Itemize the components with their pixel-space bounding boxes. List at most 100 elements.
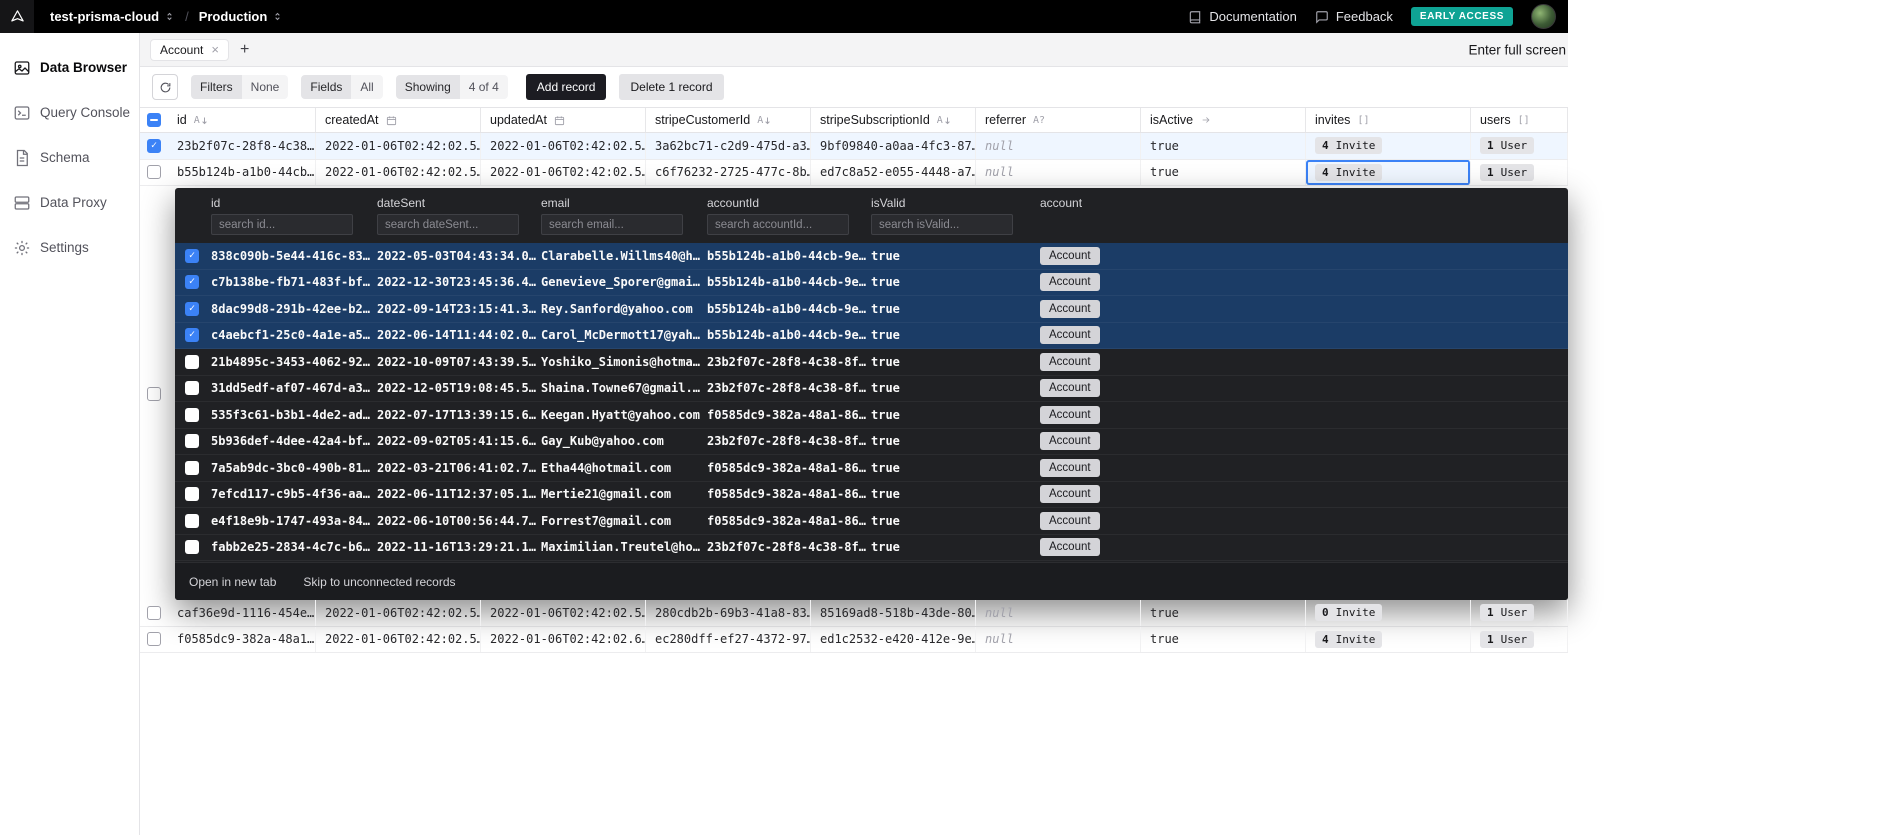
user-avatar[interactable] xyxy=(1531,4,1556,29)
column-header-updatedAt[interactable]: updatedAt xyxy=(481,108,646,132)
cell-stripeCustomerId[interactable]: c6f76232-2725-477c-8b… xyxy=(646,159,811,185)
invites-chip[interactable]: 4 Invite xyxy=(1315,137,1383,155)
account-relation-chip[interactable]: Account xyxy=(1040,405,1100,424)
cell-referrer[interactable]: null xyxy=(976,600,1141,626)
sidebar-item-settings[interactable]: Settings xyxy=(0,225,139,270)
fields-control[interactable]: Fields All xyxy=(301,75,383,99)
sidebar-item-data-browser[interactable]: Data Browser xyxy=(0,45,139,90)
relation-row-checkbox[interactable] xyxy=(185,275,199,290)
account-relation-chip[interactable]: Account xyxy=(1040,273,1100,292)
row-checkbox[interactable] xyxy=(147,165,161,180)
relation-row[interactable]: 21b4895c-3453-4062-92… 2022-10-09T07:43:3… xyxy=(175,349,1568,376)
search-isValid-input[interactable] xyxy=(871,214,1013,235)
relation-row-checkbox[interactable] xyxy=(185,354,199,369)
search-email-input[interactable] xyxy=(541,214,683,235)
documentation-link[interactable]: Documentation xyxy=(1188,9,1297,24)
relation-row-checkbox[interactable] xyxy=(185,407,199,422)
relation-row[interactable]: fabb2e25-2834-4c7c-b6… 2022-11-16T13:29:2… xyxy=(175,535,1568,561)
relation-row[interactable]: c7b138be-fb71-483f-bf…2022-12-30T23:45:3… xyxy=(175,269,1568,296)
table-row[interactable]: f0585dc9-382a-48a1… 2022-01-06T02:42:02.… xyxy=(140,626,1568,653)
cell-updatedAt[interactable]: 2022-01-06T02:42:02.5… xyxy=(481,133,646,159)
cell-createdAt[interactable]: 2022-01-06T02:42:02.5… xyxy=(316,626,481,652)
tab-account[interactable]: Account × xyxy=(150,38,229,61)
account-relation-chip[interactable]: Account xyxy=(1040,246,1100,265)
cell-createdAt[interactable]: 2022-01-06T02:42:02.5… xyxy=(316,133,481,159)
refresh-button[interactable] xyxy=(152,74,178,100)
cell-updatedAt[interactable]: 2022-01-06T02:42:02.6… xyxy=(481,626,646,652)
sort-alpha-icon[interactable]: A xyxy=(757,115,771,126)
relation-row-checkbox[interactable] xyxy=(185,248,199,263)
row-checkbox[interactable] xyxy=(147,387,161,401)
cell-users[interactable]: 1 User xyxy=(1471,600,1568,626)
project-selector[interactable]: test-prisma-cloud xyxy=(50,9,175,24)
column-header-isActive[interactable]: isActive xyxy=(1141,108,1306,132)
relation-row[interactable]: e4f18e9b-1747-493a-84… 2022-06-10T00:56:4… xyxy=(175,508,1568,535)
table-row[interactable]: 23b2f07c-28f8-4c38… 2022-01-06T02:42:02.… xyxy=(140,133,1568,160)
account-relation-chip[interactable]: Account xyxy=(1040,432,1100,451)
relation-row[interactable]: 7efcd117-c9b5-4f36-aa… 2022-06-11T12:37:0… xyxy=(175,482,1568,508)
relation-row-checkbox[interactable] xyxy=(185,540,199,555)
cell-invites[interactable]: 4 Invite xyxy=(1306,626,1471,652)
enter-fullscreen-link[interactable]: Enter full screen xyxy=(1468,42,1566,57)
cell-id[interactable]: 23b2f07c-28f8-4c38… xyxy=(168,133,316,159)
cell-users[interactable]: 1 User xyxy=(1471,133,1568,159)
relation-row[interactable]: 838c090b-5e44-416c-83…2022-05-03T04:43:3… xyxy=(175,243,1568,270)
cell-updatedAt[interactable]: 2022-01-06T02:42:02.5… xyxy=(481,600,646,626)
cell-referrer[interactable]: null xyxy=(976,133,1141,159)
relation-row-checkbox[interactable] xyxy=(185,381,199,396)
relation-row-checkbox[interactable] xyxy=(185,460,199,475)
cell-isActive[interactable]: true xyxy=(1141,600,1306,626)
account-relation-chip[interactable]: Account xyxy=(1040,352,1100,371)
users-chip[interactable]: 1 User xyxy=(1480,630,1535,648)
cell-createdAt[interactable]: 2022-01-06T02:42:02.5… xyxy=(316,600,481,626)
cell-stripeSubscriptionId[interactable]: 9bf09840-a0aa-4fc3-87… xyxy=(811,133,976,159)
cell-isActive[interactable]: true xyxy=(1141,626,1306,652)
sidebar-item-data-proxy[interactable]: Data Proxy xyxy=(0,180,139,225)
relation-row[interactable]: 7a5ab9dc-3bc0-490b-81… 2022-03-21T06:41:0… xyxy=(175,455,1568,482)
prisma-logo[interactable] xyxy=(0,0,34,33)
account-relation-chip[interactable]: Account xyxy=(1040,299,1100,318)
close-icon[interactable]: × xyxy=(211,43,219,56)
cell-referrer[interactable]: null xyxy=(976,626,1141,652)
cell-stripeSubscriptionId[interactable]: ed7c8a52-e055-4448-a7… xyxy=(811,159,976,185)
column-header-createdAt[interactable]: createdAt xyxy=(316,108,481,132)
feedback-link[interactable]: Feedback xyxy=(1315,9,1393,24)
users-chip[interactable]: 1 User xyxy=(1480,137,1535,155)
skip-unconnected-link[interactable]: Skip to unconnected records xyxy=(303,575,455,589)
column-header-stripeCustomerId[interactable]: stripeCustomerId A xyxy=(646,108,811,132)
invites-chip[interactable]: 4 Invite xyxy=(1315,163,1383,181)
invites-chip[interactable]: 4 Invite xyxy=(1315,630,1383,648)
open-in-new-tab-link[interactable]: Open in new tab xyxy=(189,575,276,589)
delete-record-button[interactable]: Delete 1 record xyxy=(619,74,724,100)
cell-invites[interactable]: 0 Invite xyxy=(1306,600,1471,626)
sort-alpha-icon[interactable]: A xyxy=(194,115,208,126)
relation-row-checkbox[interactable] xyxy=(185,301,199,316)
cell-id[interactable]: b55b124b-a1b0-44cb… xyxy=(168,159,316,185)
account-relation-chip[interactable]: Account xyxy=(1040,511,1100,530)
relation-row[interactable]: 535f3c61-b3b1-4de2-ad… 2022-07-17T13:39:1… xyxy=(175,402,1568,429)
cell-id[interactable]: caf36e9d-1116-454e… xyxy=(168,600,316,626)
table-row[interactable]: b55b124b-a1b0-44cb… 2022-01-06T02:42:02.… xyxy=(140,159,1568,186)
cell-createdAt[interactable]: 2022-01-06T02:42:02.5… xyxy=(316,159,481,185)
select-all-checkbox[interactable] xyxy=(147,113,161,127)
cell-referrer[interactable]: null xyxy=(976,159,1141,185)
sidebar-item-schema[interactable]: Schema xyxy=(0,135,139,180)
table-row[interactable]: caf36e9d-1116-454e… 2022-01-06T02:42:02.… xyxy=(140,600,1568,627)
relation-row-checkbox[interactable] xyxy=(185,434,199,449)
cell-stripeSubscriptionId[interactable]: 85169ad8-518b-43de-80… xyxy=(811,600,976,626)
cell-users[interactable]: 1 User xyxy=(1471,159,1568,185)
relation-row[interactable]: 5b936def-4dee-42a4-bf… 2022-09-02T05:41:1… xyxy=(175,429,1568,455)
relation-row-checkbox[interactable] xyxy=(185,513,199,528)
cell-updatedAt[interactable]: 2022-01-06T02:42:02.5… xyxy=(481,159,646,185)
row-checkbox[interactable] xyxy=(147,138,161,153)
account-relation-chip[interactable]: Account xyxy=(1040,326,1100,345)
sort-alpha-icon[interactable]: A xyxy=(937,115,951,126)
filters-control[interactable]: Filters None xyxy=(191,75,289,99)
users-chip[interactable]: 1 User xyxy=(1480,604,1535,622)
row-checkbox[interactable] xyxy=(147,632,161,647)
account-relation-chip[interactable]: Account xyxy=(1040,538,1100,557)
cell-isActive[interactable]: true xyxy=(1141,133,1306,159)
cell-users[interactable]: 1 User xyxy=(1471,626,1568,652)
column-header-stripeSubscriptionId[interactable]: stripeSubscriptionId A xyxy=(811,108,976,132)
cell-isActive[interactable]: true xyxy=(1141,159,1306,185)
